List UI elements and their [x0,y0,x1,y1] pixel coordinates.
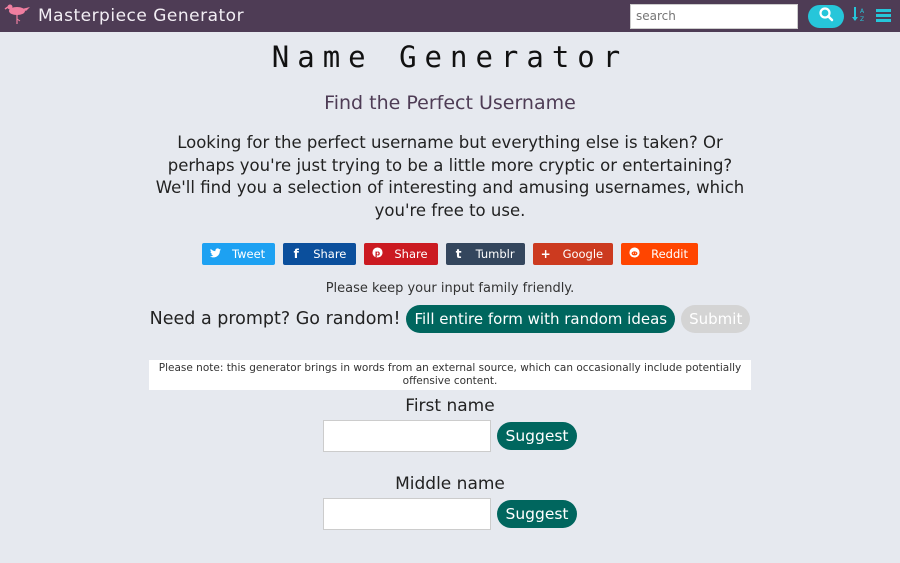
share-twitter-label: Tweet [232,247,266,261]
share-pinterest-button[interactable]: p Share [364,243,438,265]
middle-name-group: Middle name Suggest [0,474,900,530]
random-prompt-row: Need a prompt? Go random! Fill entire fo… [0,305,900,333]
sort-alpha-icon: A Z [852,6,866,26]
share-facebook-label: Share [313,247,347,261]
twitter-icon [210,247,221,261]
first-name-group: First name Suggest [0,396,900,452]
share-google-button[interactable]: + Google [532,243,614,265]
list-icon [875,7,891,26]
first-name-suggest-button[interactable]: Suggest [497,422,577,450]
svg-text:A: A [860,8,865,15]
share-buttons: Tweet f Share p Share t Tumblr + Google … [0,243,900,265]
svg-text:p: p [375,248,380,257]
prompt-text: Need a prompt? Go random! [149,309,401,329]
family-friendly-note: Please keep your input family friendly. [325,281,575,296]
middle-name-label: Middle name [395,474,505,494]
brand[interactable]: Masterpiece Generator [4,2,244,30]
first-name-input[interactable] [323,420,492,452]
app-title[interactable]: Masterpiece Generator [38,6,244,26]
page-title: Name Generator [271,40,629,74]
first-name-label: First name [405,396,495,416]
main-content: Name Generator Find the Perfect Username… [0,40,900,530]
google-plus-icon: + [540,247,551,261]
search-input[interactable] [630,3,798,29]
share-tumblr-button[interactable]: t Tumblr [445,243,525,265]
share-tumblr-label: Tumblr [475,247,515,261]
svg-text:Z: Z [860,16,864,22]
page-subtitle: Find the Perfect Username [324,92,576,114]
flamingo-logo-icon [4,2,32,30]
sort-button[interactable]: A Z [850,7,868,25]
top-navbar: Masterpiece Generator A Z [0,0,900,32]
middle-name-input[interactable] [323,498,492,530]
share-reddit-label: Reddit [651,247,688,261]
external-source-note: Please note: this generator brings in wo… [149,360,751,390]
share-facebook-button[interactable]: f Share [283,243,357,265]
share-pinterest-label: Share [394,247,428,261]
intro-text: Looking for the perfect username but eve… [155,133,745,220]
pinterest-icon: p [372,247,383,261]
fill-random-button[interactable]: Fill entire form with random ideas [406,305,676,333]
submit-button[interactable]: Submit [681,305,751,333]
reddit-icon [629,247,640,261]
list-view-button[interactable] [874,7,892,25]
share-twitter-button[interactable]: Tweet [202,243,276,265]
search-icon [818,6,834,26]
facebook-icon: f [293,247,299,261]
search-button[interactable] [808,4,844,28]
tumblr-icon: t [455,247,462,261]
middle-name-suggest-button[interactable]: Suggest [497,500,577,528]
share-reddit-button[interactable]: Reddit [621,243,698,265]
share-google-label: Google [562,247,604,261]
